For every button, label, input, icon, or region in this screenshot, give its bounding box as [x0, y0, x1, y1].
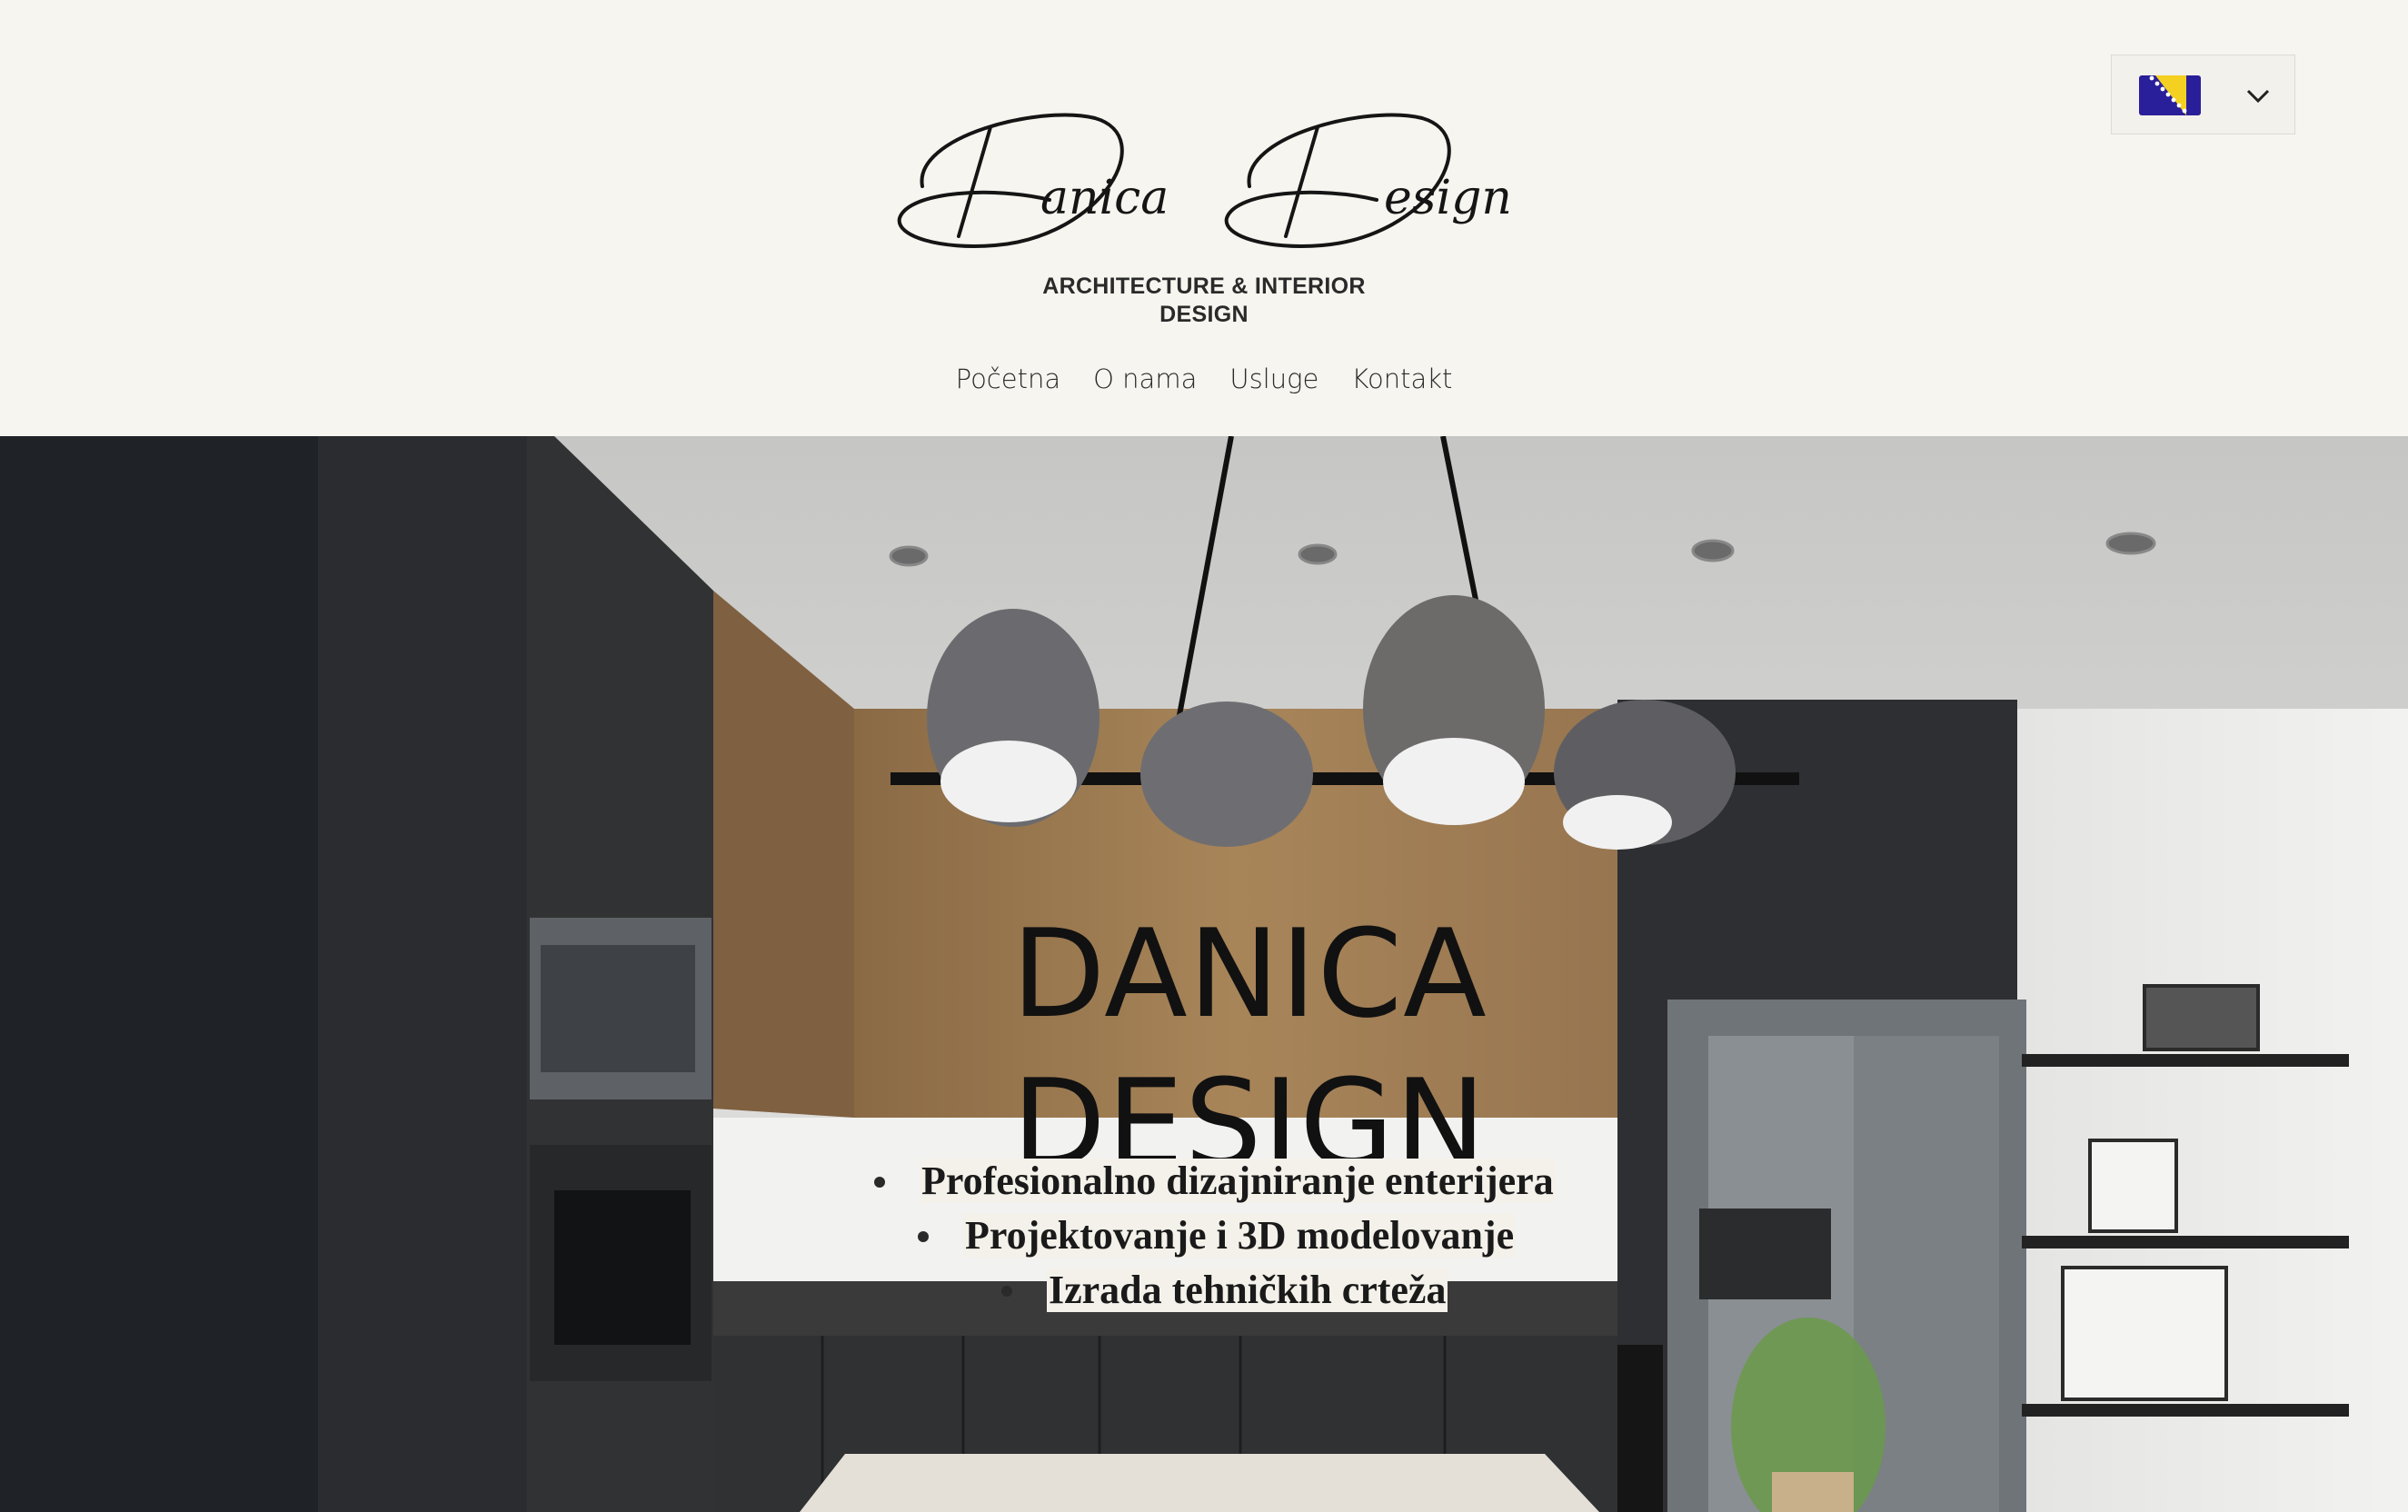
hero-title-line1: DANICA — [1011, 902, 1488, 1045]
bullet-icon — [874, 1177, 885, 1188]
logo-tagline: ARCHITECTURE & INTERIOR DESIGN — [1042, 274, 1366, 327]
chevron-down-icon — [2246, 89, 2270, 104]
svg-text:anica: anica — [1040, 171, 1169, 225]
hero-section: DANICA DESIGN Profesionalno dizajniranje… — [0, 436, 2408, 1512]
main-nav: Početna O nama Usluge Kontakt — [0, 363, 2408, 409]
svg-text:esign: esign — [1384, 171, 1512, 225]
nav-item-pocetna[interactable]: Početna — [956, 363, 1061, 394]
bullet-icon — [918, 1231, 929, 1242]
list-item: Izrada tehničkih crteža — [1001, 1263, 1448, 1318]
nav-item-o-nama[interactable]: O nama — [1093, 363, 1197, 394]
language-selector[interactable] — [2111, 55, 2295, 134]
list-item: Projektovanje i 3D modelovanje — [918, 1209, 1517, 1263]
nav-item-usluge[interactable]: Usluge — [1229, 363, 1318, 394]
site-logo[interactable]: anica esign ARCHITECTURE & INTERIOR DESI… — [886, 100, 1522, 336]
logo-signature: anica esign — [897, 113, 1512, 248]
bosnia-flag-icon — [2139, 75, 2201, 115]
site-header: anica esign ARCHITECTURE & INTERIOR DESI… — [0, 0, 2408, 436]
bullet-icon — [1001, 1286, 1012, 1297]
list-item: Profesionalno dizajniranje enterijera — [874, 1154, 1556, 1209]
nav-item-kontakt[interactable]: Kontakt — [1351, 363, 1452, 394]
